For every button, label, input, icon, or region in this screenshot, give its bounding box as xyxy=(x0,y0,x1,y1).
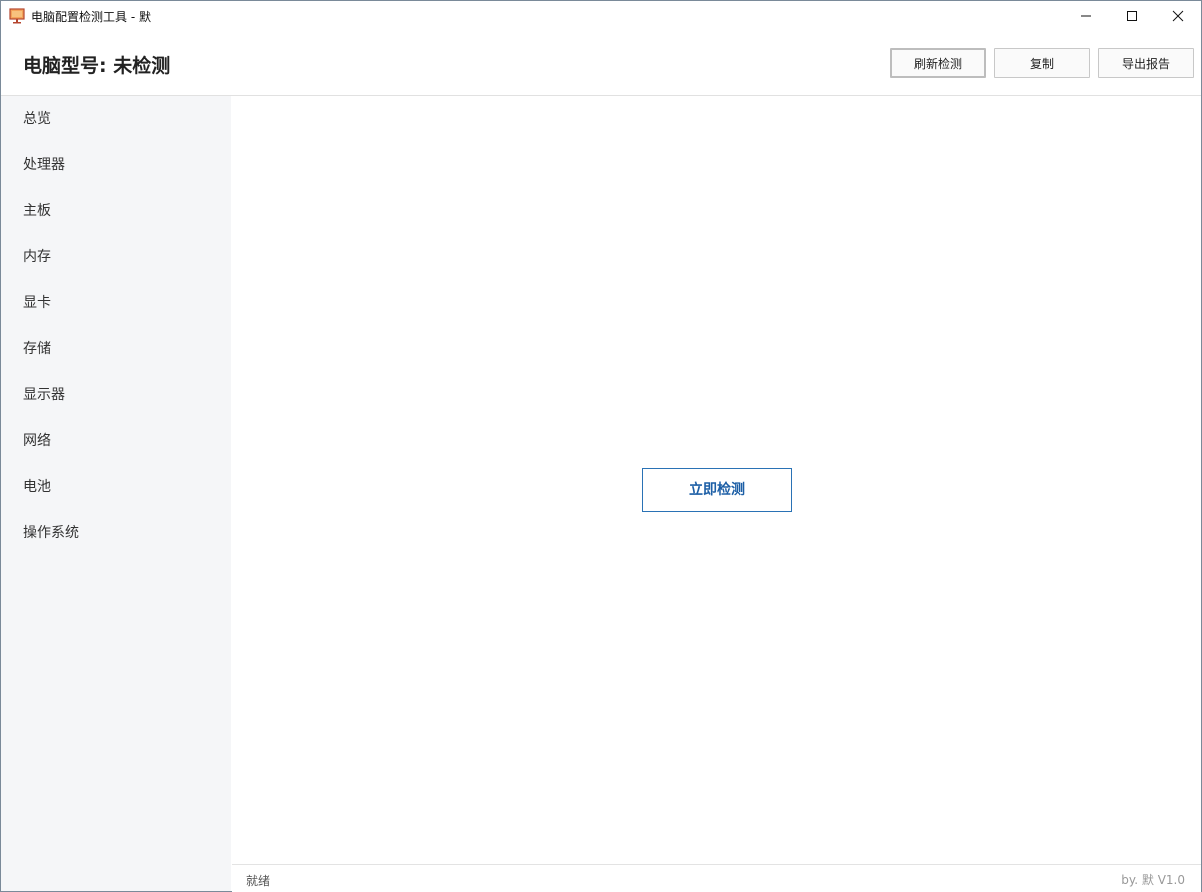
status-bar: 就绪 by. 默 V1.0 xyxy=(232,864,1201,892)
copy-button[interactable]: 复制 xyxy=(994,48,1090,78)
app-window: 电脑配置检测工具 - 默 电脑型号: 未检测 刷新检测 复制 导出报告 总览 处… xyxy=(0,0,1202,892)
close-icon xyxy=(1172,7,1184,26)
computer-model-title: 电脑型号: 未检测 xyxy=(23,55,171,77)
window-title: 电脑配置检测工具 - 默 xyxy=(31,10,151,24)
maximize-icon xyxy=(1126,7,1138,26)
sidebar-item-processor[interactable]: 处理器 xyxy=(1,142,231,188)
close-button[interactable] xyxy=(1155,1,1201,31)
monitor-icon xyxy=(9,8,25,24)
export-report-button[interactable]: 导出报告 xyxy=(1098,48,1194,78)
main-content: 立即检测 xyxy=(232,96,1201,864)
sidebar-item-os[interactable]: 操作系统 xyxy=(1,510,231,556)
sidebar-item-network[interactable]: 网络 xyxy=(1,418,231,464)
sidebar-nav: 总览 处理器 主板 内存 显卡 存储 显示器 网络 电池 操作系统 xyxy=(1,96,231,891)
minimize-icon xyxy=(1080,7,1092,26)
minimize-button[interactable] xyxy=(1063,1,1109,31)
version-text: by. 默 V1.0 xyxy=(1121,873,1185,887)
sidebar-item-display[interactable]: 显示器 xyxy=(1,372,231,418)
sidebar-item-storage[interactable]: 存储 xyxy=(1,326,231,372)
status-text: 就绪 xyxy=(246,874,271,888)
detect-now-button[interactable]: 立即检测 xyxy=(642,468,792,512)
sidebar-item-battery[interactable]: 电池 xyxy=(1,464,231,510)
header: 电脑型号: 未检测 刷新检测 复制 导出报告 xyxy=(1,31,1201,96)
title-bar[interactable]: 电脑配置检测工具 - 默 xyxy=(1,1,1201,31)
sidebar-item-graphics[interactable]: 显卡 xyxy=(1,280,231,326)
refresh-detect-button[interactable]: 刷新检测 xyxy=(890,48,986,78)
maximize-button[interactable] xyxy=(1109,1,1155,31)
sidebar-item-motherboard[interactable]: 主板 xyxy=(1,188,231,234)
sidebar-item-memory[interactable]: 内存 xyxy=(1,234,231,280)
sidebar-item-overview[interactable]: 总览 xyxy=(1,96,231,142)
